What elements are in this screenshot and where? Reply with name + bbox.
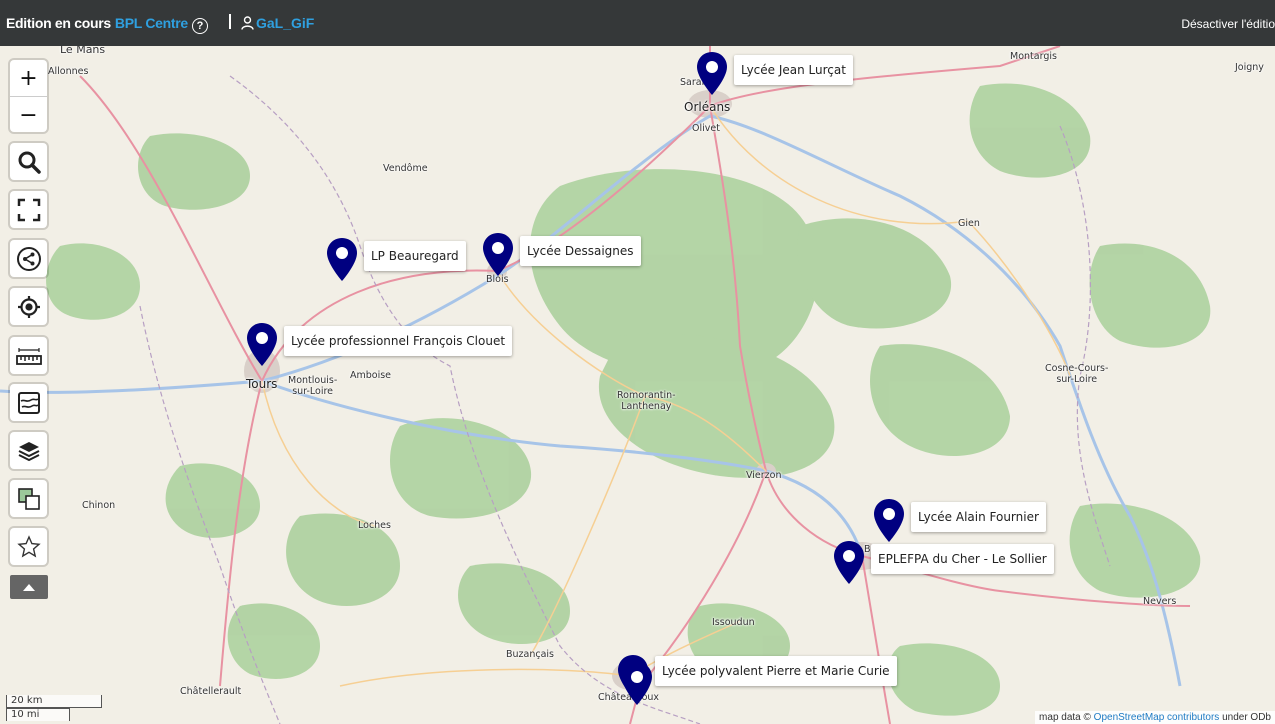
username: GaL_GiF [256, 15, 315, 31]
town-label: Buzançais [506, 649, 555, 660]
map-marker-icon[interactable] [481, 232, 515, 278]
tilelayer-icon [17, 487, 40, 510]
share-icon [16, 246, 41, 271]
town-label: Le Mans [60, 46, 106, 56]
layers-button[interactable] [10, 432, 47, 469]
locate-icon [17, 295, 40, 318]
map-marker-icon[interactable] [245, 322, 279, 368]
scale-km: 20 km [6, 695, 102, 708]
map-marker-icon[interactable] [872, 498, 906, 544]
marker-label[interactable]: Lycée Alain Fournier [911, 502, 1046, 532]
share-button[interactable] [10, 240, 47, 277]
map-marker-icon[interactable] [325, 237, 359, 283]
fullscreen-button[interactable] [10, 191, 47, 228]
separator [229, 14, 231, 29]
help-icon[interactable]: ? [191, 18, 208, 34]
zoom-out-button[interactable]: − [10, 97, 47, 133]
scale-bar: 20 km 10 mi [6, 695, 102, 721]
map-tiles [0, 46, 1275, 724]
scale-mi: 10 mi [6, 708, 70, 721]
town-label: Montlouis- sur-Loire [288, 375, 338, 397]
editing-label: Edition en cours [6, 15, 111, 31]
fullscreen-icon [17, 198, 40, 221]
chevron-up-icon [23, 583, 35, 591]
town-label: Olivet [692, 123, 720, 134]
zoom-in-button[interactable]: + [10, 60, 47, 97]
star-button[interactable] [10, 528, 47, 565]
town-label: Romorantin- Lanthenay [617, 390, 676, 412]
zoom-control: + − [10, 60, 47, 132]
map-canvas[interactable]: Le Mans Allonnes Saran Orléans Olivet Mo… [0, 46, 1275, 724]
marker-label[interactable]: LP Beauregard [364, 241, 466, 271]
tilelayer-button[interactable] [10, 480, 47, 517]
measure-icon [15, 347, 42, 365]
measure-button[interactable] [10, 337, 47, 374]
marker-label[interactable]: Lycée professionnel François Clouet [284, 326, 513, 356]
user-icon [241, 16, 254, 30]
osm-link[interactable]: OpenStreetMap contributors [1094, 712, 1220, 723]
town-label: Vendôme [383, 163, 428, 174]
map-edit-button[interactable] [10, 384, 47, 421]
star-icon [16, 534, 41, 557]
town-label: Orléans [684, 100, 731, 114]
locate-button[interactable] [10, 288, 47, 325]
attribution: map data © OpenStreetMap contributors un… [1035, 711, 1275, 724]
user-link[interactable]: GaL_GiF [241, 15, 314, 31]
marker-label[interactable]: EPLEFPA du Cher - Le Sollier [871, 544, 1054, 574]
town-label: Joigny [1235, 62, 1264, 73]
town-label: Gien [958, 218, 980, 229]
collapse-toolbar-button[interactable] [10, 575, 48, 599]
town-label: Amboise [350, 370, 392, 381]
map-marker-icon[interactable] [832, 540, 866, 586]
map-edit-icon [17, 391, 40, 414]
marker-label[interactable]: Lycée Dessaignes [520, 236, 641, 266]
town-label: Cosne-Cours- sur-Loire [1045, 363, 1109, 385]
town-label: Vierzon [746, 470, 782, 481]
town-label: Tours [246, 377, 278, 391]
town-label: Nevers [1143, 596, 1177, 607]
town-label: Allonnes [48, 66, 89, 77]
town-label: Loches [358, 520, 391, 531]
marker-label[interactable]: Lycée polyvalent Pierre et Marie Curie [655, 656, 897, 686]
town-label: Châtellerault [180, 686, 242, 697]
map-name[interactable]: BPL Centre [115, 15, 188, 31]
top-bar: Edition en cours BPL Centre? GaL_GiF Désa… [0, 0, 1275, 46]
search-button[interactable] [10, 143, 47, 180]
town-label: Chinon [82, 500, 116, 511]
layers-icon [18, 441, 39, 461]
attribution-suffix: under ODb [1222, 712, 1271, 723]
marker-label[interactable]: Lycée Jean Lurçat [734, 55, 853, 85]
map-marker-icon[interactable] [695, 51, 729, 97]
town-label: Issoudun [712, 617, 755, 628]
map-marker-icon[interactable] [620, 661, 654, 707]
town-label: Montargis [1010, 51, 1057, 62]
edit-status: Edition en cours BPL Centre? [6, 15, 208, 34]
disable-edit-button[interactable]: Désactiver l'éditio [1181, 17, 1275, 31]
attribution-prefix: map data © [1039, 712, 1091, 723]
search-icon [18, 151, 41, 174]
